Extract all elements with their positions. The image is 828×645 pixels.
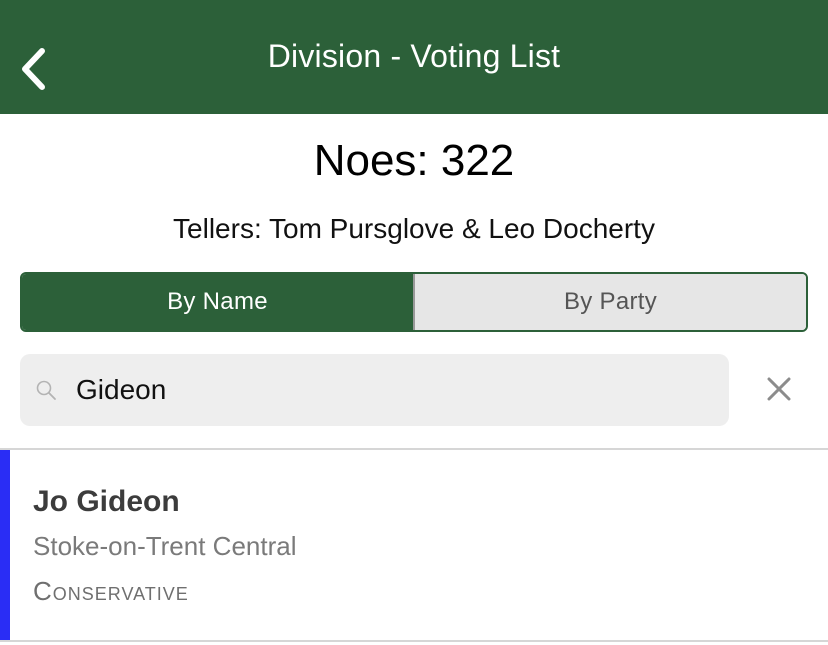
search-box[interactable] [20,354,729,426]
party-color-stripe [0,450,10,640]
search-input[interactable] [76,370,696,410]
chevron-left-icon [22,48,45,90]
page-title: Division - Voting List [267,37,561,74]
nav-header: Division - Voting List [0,0,828,114]
close-icon [767,377,791,401]
sort-segmented-control: By Name By Party [20,272,808,332]
clear-search-button[interactable] [756,366,802,412]
vote-count-title: Noes: 322 [313,136,515,185]
list-item[interactable]: Jo Gideon Stoke-on-Trent Central Conserv… [0,450,828,640]
member-name: Jo Gideon [33,485,180,518]
list-divider [0,640,828,642]
search-icon [34,378,58,402]
segment-by-name[interactable]: By Name [22,274,413,330]
tellers-label: Tellers: Tom Pursglove & Leo Docherty [173,213,655,244]
app-screen: Division - Voting List Noes: 322 Tellers… [0,0,828,645]
member-constituency: Stoke-on-Trent Central [33,531,297,561]
segment-by-party[interactable]: By Party [413,274,806,330]
member-party: Conservative [33,576,189,606]
back-button[interactable] [8,38,58,100]
